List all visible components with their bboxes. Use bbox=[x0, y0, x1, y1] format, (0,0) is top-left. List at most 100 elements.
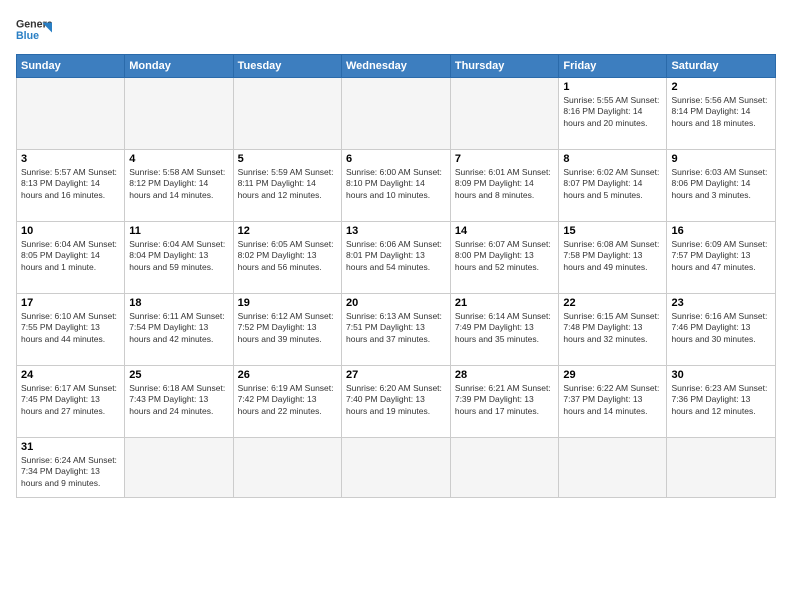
day-info: Sunrise: 5:55 AM Sunset: 8:16 PM Dayligh… bbox=[563, 95, 662, 129]
day-number: 1 bbox=[563, 81, 662, 93]
table-row: 2 Sunrise: 5:56 AM Sunset: 8:14 PM Daylig… bbox=[667, 78, 776, 150]
table-row bbox=[559, 438, 667, 498]
table-row: 7 Sunrise: 6:01 AM Sunset: 8:09 PM Daylig… bbox=[450, 150, 559, 222]
day-info: Sunrise: 6:00 AM Sunset: 8:10 PM Dayligh… bbox=[346, 167, 446, 201]
day-number: 16 bbox=[671, 225, 771, 237]
calendar-body: 1 Sunrise: 5:55 AM Sunset: 8:16 PM Daylig… bbox=[17, 78, 776, 498]
table-row bbox=[17, 78, 125, 150]
table-row: 28Sunrise: 6:21 AM Sunset: 7:39 PM Dayli… bbox=[450, 366, 559, 438]
day-info: Sunrise: 5:57 AM Sunset: 8:13 PM Dayligh… bbox=[21, 167, 120, 201]
calendar: Sunday Monday Tuesday Wednesday Thursday… bbox=[16, 54, 776, 498]
day-info: Sunrise: 6:07 AM Sunset: 8:00 PM Dayligh… bbox=[455, 239, 555, 273]
table-row: 8Sunrise: 6:02 AM Sunset: 8:07 PM Daylig… bbox=[559, 150, 667, 222]
day-info: Sunrise: 6:01 AM Sunset: 8:09 PM Dayligh… bbox=[455, 167, 555, 201]
day-info: Sunrise: 6:20 AM Sunset: 7:40 PM Dayligh… bbox=[346, 383, 446, 417]
table-row: 11 Sunrise: 6:04 AM Sunset: 8:04 PM Dayli… bbox=[125, 222, 233, 294]
col-friday: Friday bbox=[559, 55, 667, 78]
day-number: 2 bbox=[671, 81, 771, 93]
day-info: Sunrise: 6:23 AM Sunset: 7:36 PM Dayligh… bbox=[671, 383, 771, 417]
table-row: 10Sunrise: 6:04 AM Sunset: 8:05 PM Dayli… bbox=[17, 222, 125, 294]
table-row bbox=[125, 438, 233, 498]
weekday-row: Sunday Monday Tuesday Wednesday Thursday… bbox=[17, 55, 776, 78]
day-info: Sunrise: 6:09 AM Sunset: 7:57 PM Dayligh… bbox=[671, 239, 771, 273]
day-info: Sunrise: 6:03 AM Sunset: 8:06 PM Dayligh… bbox=[671, 167, 771, 201]
day-info: Sunrise: 6:19 AM Sunset: 7:42 PM Dayligh… bbox=[238, 383, 337, 417]
day-number: 24 bbox=[21, 369, 120, 381]
day-number: 7 bbox=[455, 153, 555, 165]
day-info: Sunrise: 6:10 AM Sunset: 7:55 PM Dayligh… bbox=[21, 311, 120, 345]
table-row: 30Sunrise: 6:23 AM Sunset: 7:36 PM Dayli… bbox=[667, 366, 776, 438]
day-number: 22 bbox=[563, 297, 662, 309]
col-tuesday: Tuesday bbox=[233, 55, 341, 78]
table-row bbox=[450, 78, 559, 150]
table-row bbox=[341, 438, 450, 498]
page: General Blue Sunday Monday Tuesday Wedne… bbox=[0, 0, 792, 612]
table-row bbox=[125, 78, 233, 150]
table-row: 17 Sunrise: 6:10 AM Sunset: 7:55 PM Dayli… bbox=[17, 294, 125, 366]
day-info: Sunrise: 6:22 AM Sunset: 7:37 PM Dayligh… bbox=[563, 383, 662, 417]
day-info: Sunrise: 6:12 AM Sunset: 7:52 PM Dayligh… bbox=[238, 311, 337, 345]
day-info: Sunrise: 6:13 AM Sunset: 7:51 PM Dayligh… bbox=[346, 311, 446, 345]
table-row: 3 Sunrise: 5:57 AM Sunset: 8:13 PM Daylig… bbox=[17, 150, 125, 222]
generalblue-logo-icon: General Blue bbox=[16, 16, 52, 44]
table-row bbox=[233, 78, 341, 150]
day-info: Sunrise: 6:15 AM Sunset: 7:48 PM Dayligh… bbox=[563, 311, 662, 345]
table-row: 16 Sunrise: 6:09 AM Sunset: 7:57 PM Dayli… bbox=[667, 222, 776, 294]
svg-text:Blue: Blue bbox=[16, 30, 39, 42]
col-sunday: Sunday bbox=[17, 55, 125, 78]
day-number: 20 bbox=[346, 297, 446, 309]
table-row: 1 Sunrise: 5:55 AM Sunset: 8:16 PM Daylig… bbox=[559, 78, 667, 150]
table-row: 9 Sunrise: 6:03 AM Sunset: 8:06 PM Daylig… bbox=[667, 150, 776, 222]
day-info: Sunrise: 6:05 AM Sunset: 8:02 PM Dayligh… bbox=[238, 239, 337, 273]
day-info: Sunrise: 6:14 AM Sunset: 7:49 PM Dayligh… bbox=[455, 311, 555, 345]
day-number: 19 bbox=[238, 297, 337, 309]
day-number: 17 bbox=[21, 297, 120, 309]
day-number: 14 bbox=[455, 225, 555, 237]
day-number: 4 bbox=[129, 153, 228, 165]
day-info: Sunrise: 5:58 AM Sunset: 8:12 PM Dayligh… bbox=[129, 167, 228, 201]
logo: General Blue bbox=[16, 16, 52, 44]
table-row: 12 Sunrise: 6:05 AM Sunset: 8:02 PM Dayli… bbox=[233, 222, 341, 294]
day-number: 3 bbox=[21, 153, 120, 165]
day-info: Sunrise: 6:04 AM Sunset: 8:05 PM Dayligh… bbox=[21, 239, 120, 273]
table-row: 13 Sunrise: 6:06 AM Sunset: 8:01 PM Dayli… bbox=[341, 222, 450, 294]
table-row: 19 Sunrise: 6:12 AM Sunset: 7:52 PM Dayli… bbox=[233, 294, 341, 366]
col-saturday: Saturday bbox=[667, 55, 776, 78]
day-info: Sunrise: 5:56 AM Sunset: 8:14 PM Dayligh… bbox=[671, 95, 771, 129]
day-number: 15 bbox=[563, 225, 662, 237]
table-row: 6Sunrise: 6:00 AM Sunset: 8:10 PM Daylig… bbox=[341, 150, 450, 222]
day-number: 23 bbox=[671, 297, 771, 309]
day-number: 21 bbox=[455, 297, 555, 309]
day-number: 18 bbox=[129, 297, 228, 309]
day-number: 9 bbox=[671, 153, 771, 165]
day-info: Sunrise: 6:18 AM Sunset: 7:43 PM Dayligh… bbox=[129, 383, 228, 417]
day-info: Sunrise: 6:21 AM Sunset: 7:39 PM Dayligh… bbox=[455, 383, 555, 417]
day-number: 27 bbox=[346, 369, 446, 381]
table-row bbox=[341, 78, 450, 150]
day-number: 8 bbox=[563, 153, 662, 165]
day-info: Sunrise: 6:04 AM Sunset: 8:04 PM Dayligh… bbox=[129, 239, 228, 273]
table-row: 18Sunrise: 6:11 AM Sunset: 7:54 PM Dayli… bbox=[125, 294, 233, 366]
table-row bbox=[450, 438, 559, 498]
table-row: 27 Sunrise: 6:20 AM Sunset: 7:40 PM Dayli… bbox=[341, 366, 450, 438]
day-info: Sunrise: 6:08 AM Sunset: 7:58 PM Dayligh… bbox=[563, 239, 662, 273]
table-row: 26 Sunrise: 6:19 AM Sunset: 7:42 PM Dayli… bbox=[233, 366, 341, 438]
day-info: Sunrise: 6:16 AM Sunset: 7:46 PM Dayligh… bbox=[671, 311, 771, 345]
col-wednesday: Wednesday bbox=[341, 55, 450, 78]
day-number: 13 bbox=[346, 225, 446, 237]
table-row: 31Sunrise: 6:24 AM Sunset: 7:34 PM Dayli… bbox=[17, 438, 125, 498]
day-info: Sunrise: 6:06 AM Sunset: 8:01 PM Dayligh… bbox=[346, 239, 446, 273]
day-number: 12 bbox=[238, 225, 337, 237]
table-row: 21 Sunrise: 6:14 AM Sunset: 7:49 PM Dayli… bbox=[450, 294, 559, 366]
table-row: 4 Sunrise: 5:58 AM Sunset: 8:12 PM Daylig… bbox=[125, 150, 233, 222]
table-row bbox=[667, 438, 776, 498]
table-row: 23 Sunrise: 6:16 AM Sunset: 7:46 PM Dayli… bbox=[667, 294, 776, 366]
table-row: 20 Sunrise: 6:13 AM Sunset: 7:51 PM Dayli… bbox=[341, 294, 450, 366]
day-number: 25 bbox=[129, 369, 228, 381]
day-number: 26 bbox=[238, 369, 337, 381]
day-number: 29 bbox=[563, 369, 662, 381]
table-row: 24 Sunrise: 6:17 AM Sunset: 7:45 PM Dayli… bbox=[17, 366, 125, 438]
day-info: Sunrise: 6:17 AM Sunset: 7:45 PM Dayligh… bbox=[21, 383, 120, 417]
day-number: 11 bbox=[129, 225, 228, 237]
table-row: 5Sunrise: 5:59 AM Sunset: 8:11 PM Daylig… bbox=[233, 150, 341, 222]
